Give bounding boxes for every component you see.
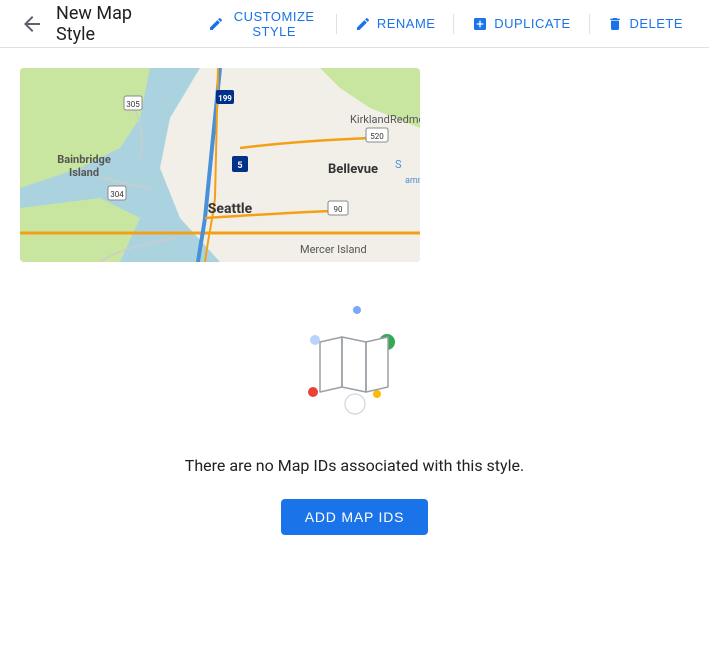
header-actions: CUSTOMIZE STYLE RENAME DUPLICATE DELETE [198,3,693,45]
no-map-ids-message: There are no Map IDs associated with thi… [185,456,524,475]
map-preview: 5 199 305 304 160 520 90 Bainbridge Isla… [20,68,420,262]
rename-label: RENAME [377,16,436,31]
svg-text:amm: amm [405,176,420,186]
svg-text:Bellevue: Bellevue [328,162,378,177]
divider-3 [589,14,590,34]
customize-label: CUSTOMIZE STYLE [230,9,318,39]
customize-icon [208,16,224,32]
rename-icon [355,16,371,32]
svg-text:Bainbridge: Bainbridge [57,153,111,166]
svg-text:S: S [395,158,402,171]
empty-state: There are no Map IDs associated with thi… [20,262,689,555]
back-arrow-icon [20,12,44,36]
delete-button[interactable]: DELETE [597,10,693,38]
rename-button[interactable]: RENAME [345,10,446,38]
svg-text:5: 5 [237,161,242,171]
duplicate-button[interactable]: DUPLICATE [462,10,581,38]
svg-text:305: 305 [126,100,140,109]
map-image: 5 199 305 304 160 520 90 Bainbridge Isla… [20,68,420,262]
delete-icon [607,16,623,32]
svg-text:Redmond: Redmond [390,113,420,126]
duplicate-icon [472,16,488,32]
empty-illustration [295,302,415,432]
divider-1 [336,14,337,34]
svg-text:Seattle: Seattle [208,201,253,217]
svg-text:199: 199 [218,94,232,103]
svg-text:304: 304 [110,190,124,199]
svg-text:Island: Island [69,166,99,179]
delete-label: DELETE [629,16,683,31]
svg-text:520: 520 [370,132,384,141]
divider-2 [453,14,454,34]
customize-style-button[interactable]: CUSTOMIZE STYLE [198,3,328,45]
page-title: New Map Style [56,3,166,45]
main-content: 5 199 305 304 160 520 90 Bainbridge Isla… [0,48,709,575]
back-button[interactable] [16,8,48,40]
app-header: New Map Style CUSTOMIZE STYLE RENAME DUP… [0,0,709,48]
svg-text:90: 90 [334,205,343,214]
svg-text:Mercer Island: Mercer Island [300,243,367,256]
svg-text:Kirkland: Kirkland [350,113,390,126]
duplicate-label: DUPLICATE [494,16,571,31]
add-map-ids-button[interactable]: ADD MAP IDS [281,499,429,535]
